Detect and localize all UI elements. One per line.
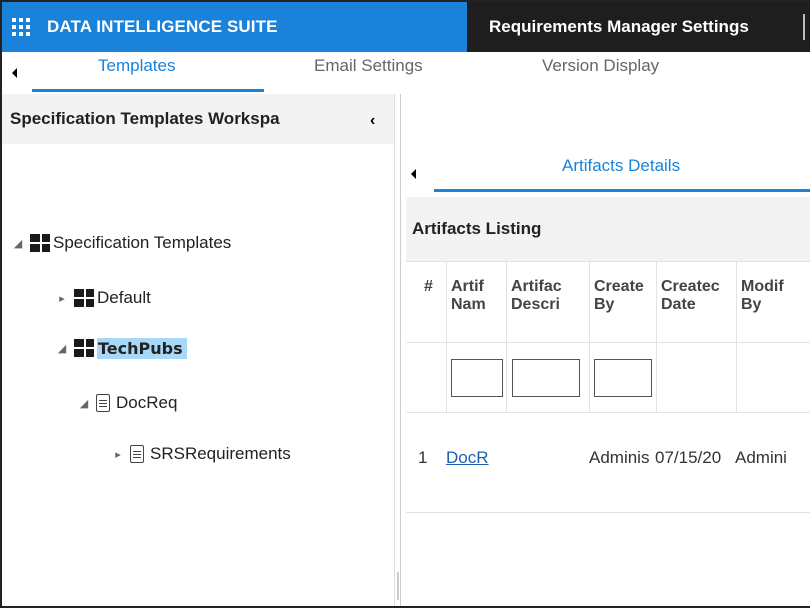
row-number: 1 <box>418 448 428 467</box>
top-header: DATA INTELLIGENCE SUITE Requirements Man… <box>2 2 810 52</box>
tree-node-label-selected: TechPubs <box>97 337 187 359</box>
tree-node-srsrequirements[interactable]: ▸ SRSRequirements <box>112 441 291 467</box>
resize-handle[interactable] <box>397 572 399 600</box>
document-icon <box>96 394 110 412</box>
tree-node-specification-templates[interactable]: ◢ Specification Templates <box>12 230 231 256</box>
modified-by-value: Admini <box>735 448 787 467</box>
tab-templates[interactable]: Templates <box>98 56 175 76</box>
folder-icon <box>74 289 94 307</box>
panel-divider <box>400 94 401 606</box>
module-separator <box>803 14 805 40</box>
collapse-toggle-icon[interactable]: ◢ <box>78 397 90 410</box>
workspace-title: Specification Templates Workspa <box>10 109 280 128</box>
artifacts-grid-header: # Artif Nam Artifac Descri Create By Create… <box>406 261 810 344</box>
column-header-created-date[interactable]: Createc Date <box>661 278 733 314</box>
created-by-value: Adminis <box>589 448 650 467</box>
artifacts-filter-row <box>406 343 810 413</box>
tab-version-display[interactable]: Version Display <box>542 56 659 76</box>
app-frame: DATA INTELLIGENCE SUITE Requirements Man… <box>0 0 810 608</box>
artifacts-listing-title: Artifacts Listing <box>412 219 542 238</box>
tree-node-label: DocReq <box>116 393 178 412</box>
column-header-created-by[interactable]: Create By <box>594 278 652 314</box>
workspace-header: Specification Templates Workspa ‹ <box>2 94 394 144</box>
filter-artifact-description-input[interactable] <box>512 359 580 397</box>
tree-node-label: Default <box>97 288 151 307</box>
filter-created-by-input[interactable] <box>594 359 652 397</box>
artifact-name-link[interactable]: DocR <box>446 448 502 468</box>
tree-node-label: SRSRequirements <box>150 444 291 463</box>
column-header-modified-by[interactable]: Modif By <box>741 278 810 314</box>
tab-email-settings[interactable]: Email Settings <box>314 56 423 76</box>
tree-node-default[interactable]: ▸ Default <box>56 285 151 311</box>
active-tab-indicator <box>32 89 264 92</box>
tree-node-docreq[interactable]: ◢ DocReq <box>78 390 177 416</box>
brand-bar: DATA INTELLIGENCE SUITE <box>2 2 467 52</box>
panel-divider <box>394 94 395 606</box>
column-header-number[interactable]: # <box>424 278 442 296</box>
expand-toggle-icon[interactable]: ◢ <box>12 237 24 250</box>
collapse-toggle-icon[interactable]: ◢ <box>56 342 68 355</box>
folder-icon <box>74 339 94 357</box>
filter-artifact-name-input[interactable] <box>451 359 503 397</box>
artifacts-listing-header: Artifacts Listing <box>406 197 810 261</box>
document-icon <box>130 445 144 463</box>
module-title: Requirements Manager Settings <box>489 17 749 36</box>
column-header-artifact-name[interactable]: Artif Nam <box>451 278 501 314</box>
table-row[interactable]: 1 DocR Adminis 07/15/20 Admini <box>406 413 810 513</box>
module-bar: Requirements Manager Settings <box>467 2 810 52</box>
tree-node-label: Specification Templates <box>53 233 232 252</box>
artifacts-tab-indicator <box>434 189 810 192</box>
expand-toggle-icon[interactable]: ▸ <box>112 448 124 461</box>
artifacts-tab-scroll-left-icon[interactable] <box>411 169 416 179</box>
tab-scroll-left-icon[interactable] <box>12 68 17 78</box>
tree-node-techpubs[interactable]: ◢ TechPubs <box>56 335 187 361</box>
created-date-value: 07/15/20 <box>655 448 722 467</box>
app-launcher-icon[interactable] <box>12 18 30 36</box>
column-header-artifact-description[interactable]: Artifac Descri <box>511 278 586 314</box>
tab-artifacts-details[interactable]: Artifacts Details <box>562 156 680 176</box>
brand-title: DATA INTELLIGENCE SUITE <box>47 17 278 36</box>
expand-toggle-icon[interactable]: ▸ <box>56 292 68 305</box>
folder-icon <box>30 234 50 252</box>
collapse-panel-icon[interactable]: ‹ <box>370 112 375 130</box>
